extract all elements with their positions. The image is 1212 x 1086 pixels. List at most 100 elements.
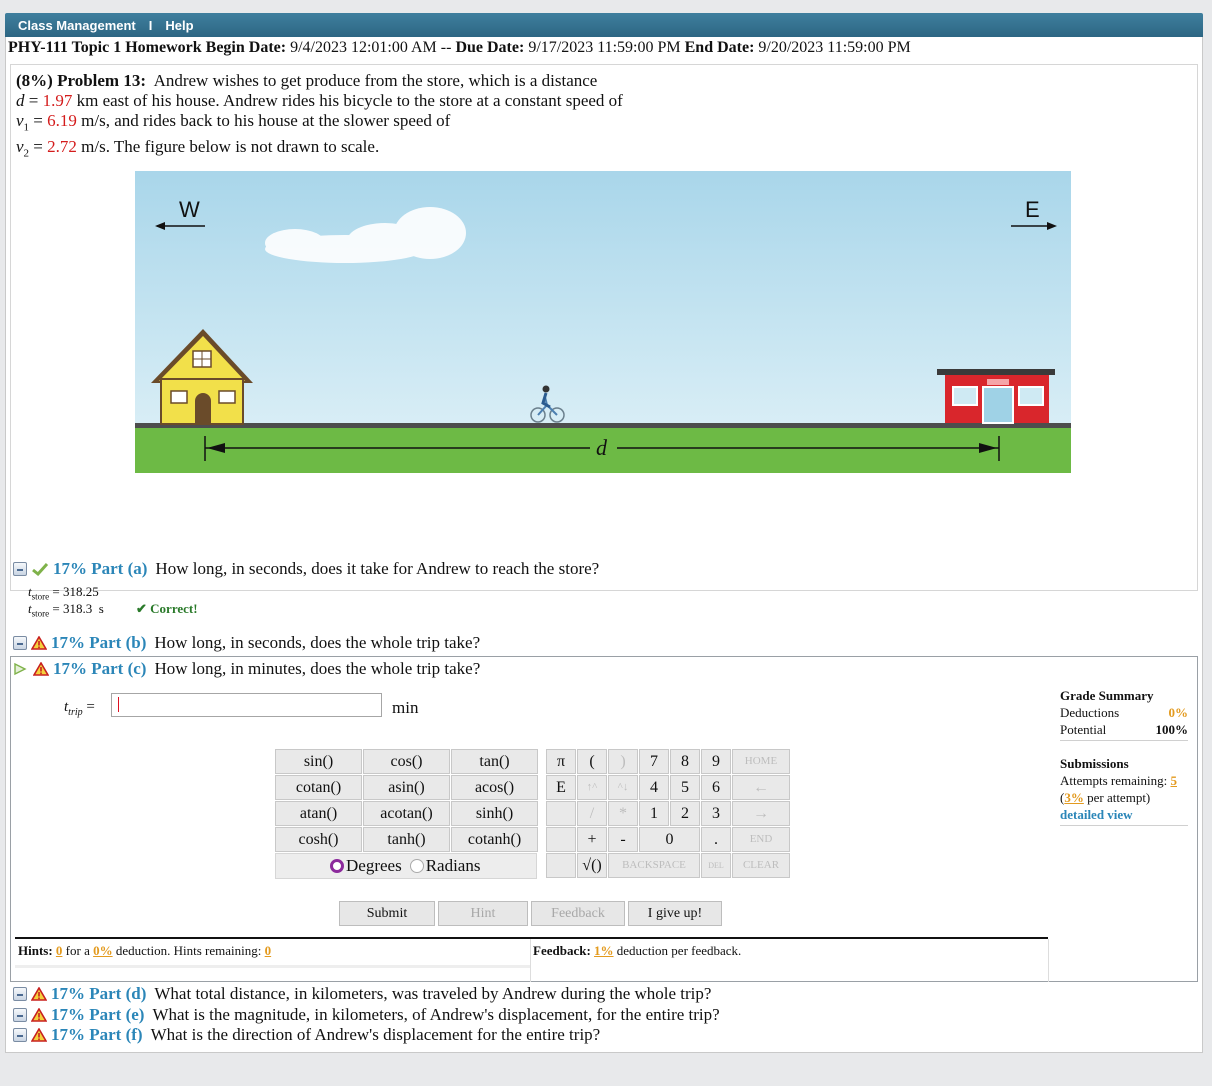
part-b-question: How long, in seconds, does the whole tri… [154,633,481,652]
part-f-line: 17% Part (f) What is the direction of An… [13,1025,600,1045]
problem-box: (8%) Problem 13: Andrew wishes to get pr… [10,64,1198,591]
sinh-button[interactable]: sinh() [451,801,538,826]
key-8[interactable]: 8 [670,749,700,774]
key-9[interactable]: 9 [701,749,731,774]
part-a-answer-value: = 318.3 s [52,601,104,616]
asin-button[interactable]: asin() [363,775,450,800]
feedback-button[interactable]: Feedback [531,901,625,926]
part-a-entered: tstore = 318.25 [28,584,99,602]
angle-mode: Degrees Radians [275,853,537,879]
decimal-key[interactable]: . [701,827,731,852]
part-d-question: What total distance, in kilometers, was … [154,984,712,1003]
attempts-row: Attempts remaining: 5 [1060,772,1188,789]
left-arrow-key[interactable]: ← [732,775,790,800]
correct-checkmark-icon: ✔ [136,601,147,616]
right-paren-key[interactable]: ) [608,749,638,774]
potential-row: Potential 100% [1060,721,1188,738]
due-date-label: Due Date: [455,39,525,56]
collapse-icon[interactable] [13,987,27,1001]
atan-button[interactable]: atan() [275,801,362,826]
problem-weight: (8%) [16,71,53,90]
part-a-label: 17% Part (a) [53,559,148,578]
cos-button[interactable]: cos() [363,749,450,774]
collapse-icon[interactable] [13,1028,27,1042]
home-key[interactable]: HOME [732,749,790,774]
end-key[interactable]: END [732,827,790,852]
part-a-answer-sub: store [31,608,50,619]
class-management-link[interactable]: Class Management [18,18,136,33]
key-5[interactable]: 5 [670,775,700,800]
part-e-line: 17% Part (e) What is the magnitude, in k… [13,1005,720,1025]
part-d-label: 17% Part (d) [51,984,147,1003]
backspace-key[interactable]: BACKSPACE [608,853,700,878]
potential-value: 100% [1155,722,1189,737]
part-e-label: 17% Part (e) [51,1005,145,1024]
delete-key[interactable]: DEL [701,853,731,878]
radians-radio[interactable] [409,859,424,873]
down-caret-key[interactable]: ^↓ [608,775,638,800]
warning-icon [31,636,47,650]
east-label: E [1025,197,1040,222]
trip-sub: trip [68,707,83,718]
submit-button[interactable]: Submit [339,901,435,926]
hints-count: 0 [55,943,63,958]
distance-label: d [596,435,608,460]
divide-key[interactable]: / [577,801,607,826]
key-0[interactable]: 0 [639,827,700,852]
hint-button[interactable]: Hint [438,901,528,926]
acos-button[interactable]: acos() [451,775,538,800]
acotan-button[interactable]: acotan() [363,801,450,826]
right-arrow-key[interactable]: → [732,801,790,826]
problem-line-1: Andrew wishes to get produce from the st… [153,71,598,90]
key-1[interactable]: 1 [639,801,669,826]
v1-value: 6.19 [47,111,77,130]
sin-button[interactable]: sin() [275,749,362,774]
answer-input[interactable] [111,693,382,717]
warning-icon [31,1008,47,1022]
detailed-view-link[interactable]: detailed view [1060,807,1133,822]
pi-key[interactable]: π [546,749,576,774]
key-7[interactable]: 7 [639,749,669,774]
sqrt-key[interactable]: √() [577,853,607,878]
top-navigation-bar: Class Management I Help [5,13,1203,37]
minus-key[interactable]: - [608,827,638,852]
multiply-key[interactable]: * [608,801,638,826]
tanh-button[interactable]: tanh() [363,827,450,852]
warning-icon [31,1028,47,1042]
part-a-answer: tstore = 318.3 s [28,601,104,619]
d-value: 1.97 [42,91,73,110]
d-symbol: d [16,91,25,110]
part-f-question: What is the direction of Andrew's displa… [150,1025,601,1044]
problem-line-3: m/s, and rides back to his house at the … [81,111,451,130]
collapse-icon[interactable] [13,636,27,650]
collapse-icon[interactable] [13,1008,27,1022]
text-cursor [118,697,119,712]
key-4[interactable]: 4 [639,775,669,800]
attempts-value: 5 [1170,773,1177,788]
tan-button[interactable]: tan() [451,749,538,774]
up-caret-key[interactable]: ↑^ [577,775,607,800]
problem-line-2: km east of his house. Andrew rides his b… [76,91,623,110]
plus-key[interactable]: + [577,827,607,852]
cotanh-button[interactable]: cotanh() [451,827,538,852]
cotan-button[interactable]: cotan() [275,775,362,800]
sky [135,171,1071,429]
key-2[interactable]: 2 [670,801,700,826]
give-up-button[interactable]: I give up! [628,901,722,926]
key-3[interactable]: 3 [701,801,731,826]
end-date-value: 9/20/2023 11:59:00 PM [758,39,911,56]
calculator: sin() cos() tan() cotan() asin() acos() … [275,749,790,883]
key-6[interactable]: 6 [701,775,731,800]
cosh-button[interactable]: cosh() [275,827,362,852]
submissions-title: Submissions [1060,756,1129,771]
road [135,423,1071,428]
clear-key[interactable]: CLEAR [732,853,790,878]
part-a-line: 17% Part (a) How long, in seconds, does … [13,559,599,579]
e-key[interactable]: E [546,775,576,800]
left-paren-key[interactable]: ( [577,749,607,774]
part-a-status-text: Correct! [150,601,198,616]
help-link[interactable]: Help [165,18,193,33]
degrees-radio[interactable] [330,859,344,873]
problem-title: Problem 13: [57,71,146,90]
collapse-icon[interactable] [13,562,27,576]
